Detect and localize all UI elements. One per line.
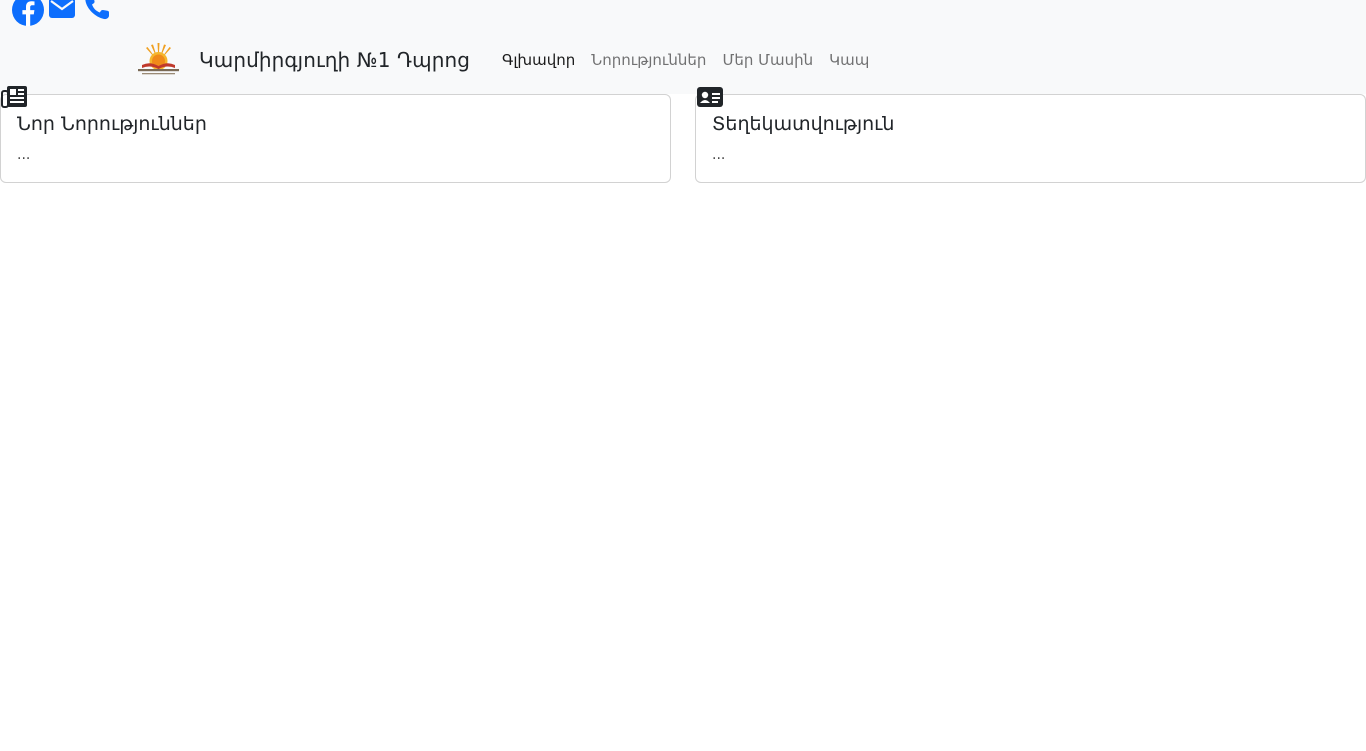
facebook-icon[interactable] bbox=[12, 0, 44, 26]
nav-links: Գլխավոր Նորություններ Մեր Մասին Կապ bbox=[494, 43, 877, 77]
header: Կարմիրգյուղի №1 Դպրոց Գլխավոր Նորություն… bbox=[0, 0, 1366, 94]
news-card-text: ... bbox=[17, 147, 31, 163]
info-card-text: ... bbox=[712, 147, 726, 163]
news-card: Նոր Նորություններ ... bbox=[0, 86, 671, 183]
nav-link-news[interactable]: Նորություններ bbox=[583, 43, 714, 77]
school-logo bbox=[132, 42, 185, 78]
phone-icon[interactable] bbox=[84, 0, 116, 26]
nav-link-contact[interactable]: Կապ bbox=[821, 43, 877, 77]
newspaper-icon bbox=[1, 85, 29, 109]
navbar: Կարմիրգյուղի №1 Դպրոց Գլխավոր Նորություն… bbox=[132, 40, 877, 80]
nav-link-home[interactable]: Գլխավոր bbox=[494, 43, 583, 77]
news-card-title: Նոր Նորություններ bbox=[17, 113, 207, 135]
brand-link[interactable]: Կարմիրգյուղի №1 Դպրոց bbox=[132, 42, 470, 78]
id-card-icon bbox=[696, 85, 724, 109]
social-links bbox=[12, 0, 116, 26]
envelope-icon[interactable] bbox=[48, 0, 80, 26]
info-card: Տեղեկատվություն ... bbox=[695, 87, 1366, 183]
info-card-title: Տեղեկատվություն bbox=[712, 113, 895, 135]
nav-link-about[interactable]: Մեր Մասին bbox=[714, 43, 821, 77]
brand-name: Կարմիրգյուղի №1 Դպրոց bbox=[199, 48, 471, 72]
